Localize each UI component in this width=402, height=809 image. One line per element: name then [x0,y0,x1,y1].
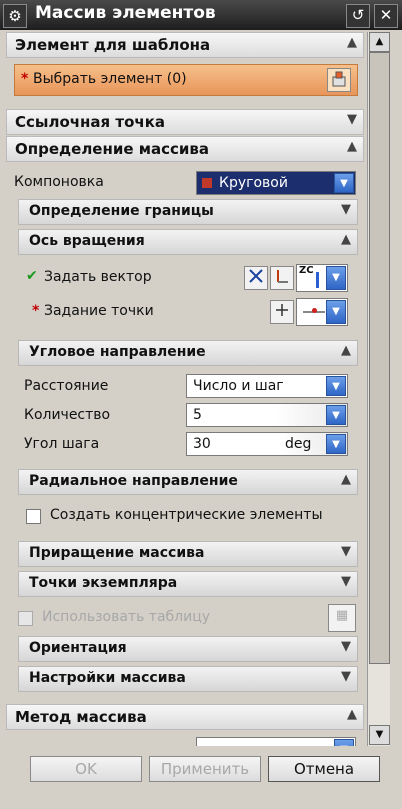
subsection-increment[interactable]: Приращение массива ▼ [18,541,358,567]
reset-icon[interactable]: ↺ [346,4,370,28]
chevron-up-icon: ▲ [347,35,357,50]
layout-label: Компоновка [14,174,104,190]
chevron-down-icon: ▼ [341,639,351,654]
subsection-title: Определение границы [29,203,214,219]
point-label: Задание точки [44,303,154,319]
chevron-down-icon[interactable]: ▼ [326,266,346,290]
chevron-down-icon: ▼ [341,669,351,684]
layout-value: Круговой [219,175,288,191]
point-type-select[interactable]: ▼ [296,298,348,326]
chevron-up-icon: ▲ [341,343,351,358]
subsection-boundary[interactable]: Определение границы ▼ [18,199,358,225]
step-angle-value: 30 [193,436,211,452]
chevron-up-icon: ▲ [347,707,357,722]
select-element-label: Выбрать элемент (0) [33,71,187,87]
subsection-instance-points[interactable]: Точки экземпляра ▼ [18,571,358,597]
section-ref-point[interactable]: Ссылочная точка ▼ [6,109,364,135]
section-array-definition[interactable]: Определение массива ▲ [6,136,364,162]
table-icon[interactable]: ▦ [328,604,356,632]
dialog-panel: Элемент для шаблона ▲ * Выбрать элемент … [4,32,366,746]
subsection-title: Точки экземпляра [29,575,178,591]
section-title: Определение массива [15,140,210,158]
chevron-down-icon[interactable]: ▼ [326,300,346,324]
count-value: 5 [193,407,202,423]
chevron-down-icon: ▼ [347,112,357,127]
use-table-checkbox[interactable] [18,611,33,626]
required-mark: * [21,71,29,87]
check-icon: ✔ [26,268,38,284]
select-element-row[interactable]: * Выбрать элемент (0) [14,64,358,96]
subsection-angular-direction[interactable]: Угловое направление ▲ [18,340,358,366]
point-dialog-icon[interactable] [270,300,294,324]
subsection-title: Настройки массива [29,670,186,686]
chevron-down-icon[interactable]: ▼ [334,739,354,746]
title-bar: ⚙ Массив элементов ↺ ✕ [0,0,402,30]
chevron-down-icon[interactable]: ▼ [334,173,354,193]
subsection-title: Ориентация [29,640,127,656]
scroll-down-icon[interactable]: ▼ [369,725,390,745]
apply-button[interactable]: Применить [149,756,261,782]
distance-value: Число и шаг [193,378,284,394]
gear-icon[interactable]: ⚙ [3,4,27,28]
subsection-title: Угловое направление [29,344,206,360]
chevron-down-icon: ▼ [341,574,351,589]
required-mark: * [32,303,40,319]
vector-dialog-icon[interactable] [270,266,294,290]
concentric-label: Создать концентрические элементы [50,507,323,523]
step-angle-label: Угол шага [24,436,100,452]
select-feature-icon[interactable] [327,68,351,92]
subsection-orientation[interactable]: Ориентация ▼ [18,636,358,662]
cancel-button[interactable]: Отмена [268,756,380,782]
layout-select[interactable]: Круговой ▼ [196,171,356,195]
vector-label: Задать вектор [44,269,152,285]
chevron-up-icon: ▲ [341,232,351,247]
count-label: Количество [24,407,111,423]
method-select[interactable]: ▼ [196,737,356,746]
reverse-direction-icon[interactable] [244,266,268,290]
chevron-down-icon: ▼ [341,202,351,217]
section-array-method[interactable]: Метод массива ▲ [6,704,364,730]
section-title: Элемент для шаблона [15,36,211,54]
zc-label: ZC [299,265,314,276]
zc-axis-icon [316,272,319,288]
chevron-down-icon[interactable]: ▼ [326,405,346,425]
dialog-title: Массив элементов [35,3,216,23]
step-angle-input[interactable]: 30 deg ▼ [186,432,348,456]
step-unit: deg [285,436,312,452]
section-title: Метод массива [15,708,147,726]
scroll-up-icon[interactable]: ▲ [369,32,390,52]
distance-select[interactable]: Число и шаг ▼ [186,374,348,398]
concentric-checkbox[interactable] [26,509,41,524]
scroll-thumb[interactable] [369,52,390,664]
subsection-radial-direction[interactable]: Радиальное направление ▲ [18,469,358,495]
section-title: Ссылочная точка [15,113,165,131]
subsection-rotation-axis[interactable]: Ось вращения ▲ [18,229,358,255]
subsection-title: Радиальное направление [29,473,238,489]
ok-button[interactable]: OK [30,756,142,782]
scrollbar[interactable]: ▲ ▼ [367,32,390,746]
vector-type-select[interactable]: ZC ▼ [296,264,348,292]
close-icon[interactable]: ✕ [374,4,398,28]
chevron-down-icon[interactable]: ▼ [326,434,346,454]
use-table-label: Использовать таблицу [42,609,211,625]
chevron-up-icon: ▲ [341,472,351,487]
point-dot-icon [312,308,317,313]
circular-layout-icon [202,178,212,188]
section-template[interactable]: Элемент для шаблона ▲ [6,32,364,58]
subsection-title: Ось вращения [29,233,145,249]
chevron-down-icon[interactable]: ▼ [326,376,346,396]
subsection-array-settings[interactable]: Настройки массива ▼ [18,666,358,692]
distance-label: Расстояние [24,378,109,394]
count-input[interactable]: 5 ▼ [186,403,348,427]
chevron-up-icon: ▲ [347,139,357,154]
subsection-title: Приращение массива [29,545,205,561]
chevron-down-icon: ▼ [341,544,351,559]
